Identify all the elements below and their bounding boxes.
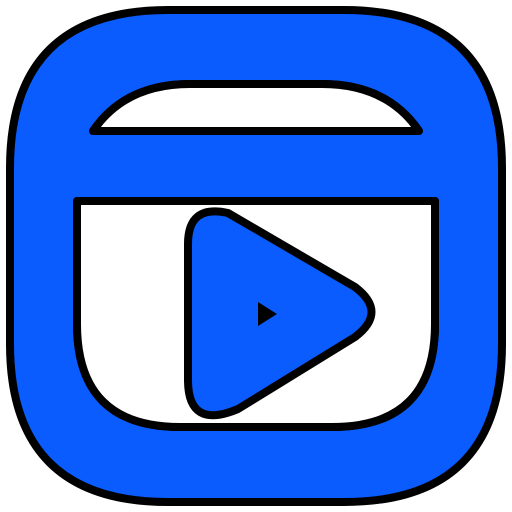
app-icon [0, 0, 512, 512]
video-player-icon [6, 6, 506, 506]
title-bar [89, 80, 423, 135]
